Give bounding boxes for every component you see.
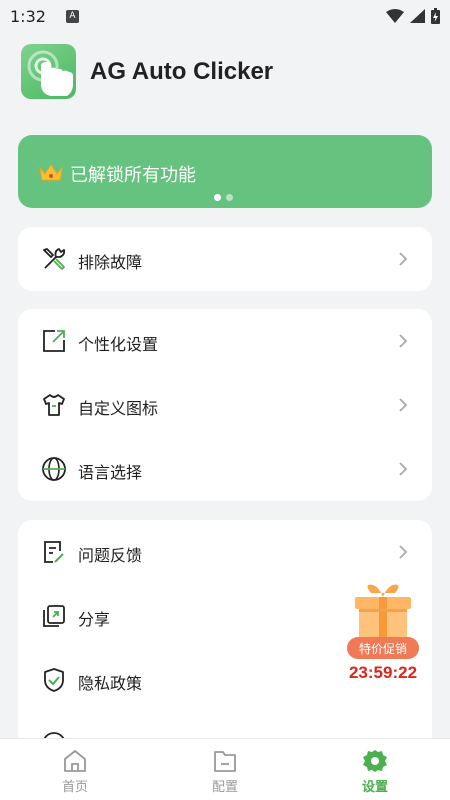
unlock-banner[interactable]: 已解锁所有功能 bbox=[18, 135, 432, 208]
promo-tag: 特价促销 bbox=[347, 637, 419, 659]
banner-text: 已解锁所有功能 bbox=[70, 165, 196, 186]
nav-settings[interactable]: 设置 bbox=[300, 739, 450, 800]
status-bar: 1:32 A bbox=[0, 0, 450, 32]
bottom-nav: 首页 配置 设置 bbox=[0, 738, 450, 800]
chevron-right-icon bbox=[399, 252, 408, 266]
row-language[interactable]: 语言选择 bbox=[18, 437, 432, 501]
nav-label: 设置 bbox=[361, 780, 388, 795]
promo-widget[interactable]: 特价促销 23:59:22 bbox=[343, 575, 423, 687]
row-label: 语言选择 bbox=[78, 463, 143, 482]
banner-pager bbox=[214, 194, 233, 201]
chevron-right-icon bbox=[399, 545, 408, 559]
signal-icon bbox=[410, 9, 425, 23]
app-title: AG Auto Clicker bbox=[90, 57, 274, 85]
feedback-icon bbox=[44, 541, 64, 563]
row-personalize[interactable]: 个性化设置 bbox=[18, 309, 432, 373]
tools-icon bbox=[43, 248, 66, 270]
shirt-icon bbox=[43, 394, 65, 416]
crown-icon bbox=[39, 164, 63, 181]
share-icon bbox=[43, 605, 65, 627]
row-label: 分享 bbox=[78, 610, 111, 629]
gift-box-icon bbox=[355, 584, 411, 643]
gear-icon bbox=[363, 750, 387, 772]
home-icon bbox=[64, 750, 86, 772]
nav-home[interactable]: 首页 bbox=[0, 739, 150, 800]
tap-hand-icon bbox=[21, 44, 76, 99]
pager-dot-active bbox=[214, 194, 221, 201]
nav-label: 配置 bbox=[211, 780, 238, 795]
row-label: 自定义图标 bbox=[78, 399, 159, 418]
folder-icon bbox=[214, 751, 236, 772]
chevron-right-icon bbox=[399, 462, 408, 476]
personalize-card: 个性化设置 自定义图标 语言选择 bbox=[18, 309, 432, 501]
status-indicators bbox=[386, 8, 440, 24]
globe-icon bbox=[42, 457, 66, 481]
personalize-icon bbox=[43, 330, 65, 352]
row-label: 隐私政策 bbox=[78, 674, 143, 693]
battery-charging-icon bbox=[431, 8, 440, 24]
notification-icon: A bbox=[65, 9, 79, 23]
wifi-icon bbox=[386, 9, 404, 23]
row-label: 排除故障 bbox=[78, 253, 143, 272]
row-custom-icon[interactable]: 自定义图标 bbox=[18, 373, 432, 437]
chevron-right-icon bbox=[399, 398, 408, 412]
chevron-right-icon bbox=[399, 334, 408, 348]
troubleshoot-card: 排除故障 bbox=[18, 227, 432, 291]
promo-countdown: 23:59:22 bbox=[348, 663, 418, 682]
nav-config[interactable]: 配置 bbox=[150, 739, 300, 800]
app-header: AG Auto Clicker bbox=[21, 44, 273, 99]
status-time: 1:32 bbox=[10, 6, 46, 26]
shield-check-icon bbox=[44, 668, 64, 692]
row-troubleshoot[interactable]: 排除故障 bbox=[18, 227, 432, 291]
pager-dot bbox=[226, 194, 233, 201]
nav-label: 首页 bbox=[61, 780, 88, 795]
row-label: 问题反馈 bbox=[78, 546, 143, 565]
row-label: 个性化设置 bbox=[78, 335, 159, 354]
